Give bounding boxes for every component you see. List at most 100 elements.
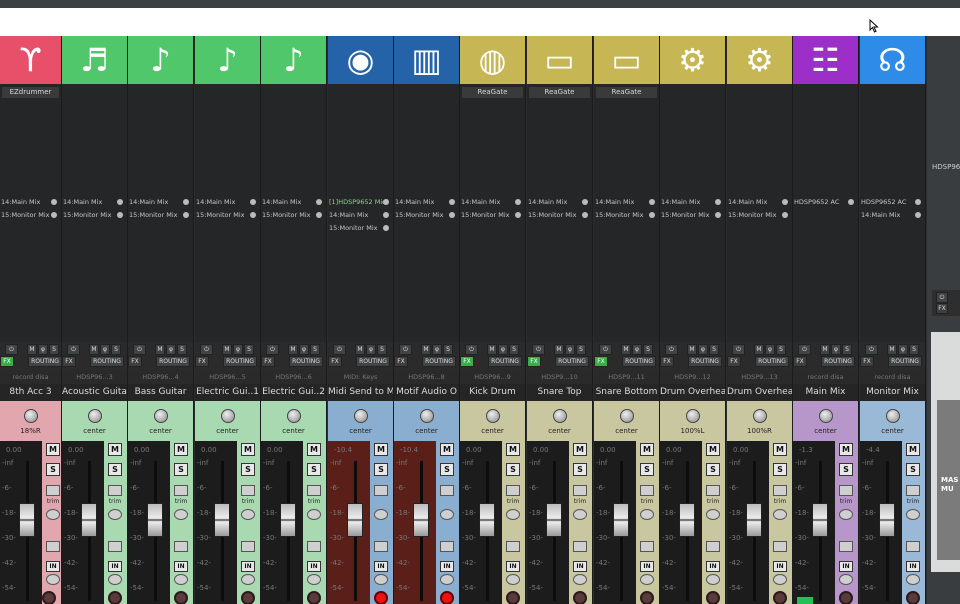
track-strip-5[interactable]: ♪ 14:Main Mix 15:Monitor Mix ⏻ M φ S FX RO… [195, 36, 261, 604]
mixer-icon[interactable]: ☷ [793, 36, 858, 84]
acoustic-guitar-icon[interactable]: ♬ [62, 36, 127, 84]
record-arm-button[interactable] [573, 591, 587, 604]
automation-mode-icon[interactable] [706, 485, 720, 496]
mute-small-button[interactable]: M [754, 344, 764, 355]
track-strip-6[interactable]: ♪ 14:Main Mix 15:Monitor Mix ⏻ M φ S FX RO… [261, 36, 327, 604]
track-strip-12[interactable]: ⚙ 14:Main Mix 15:Monitor Mix ⏻ M φ S FX RO… [660, 36, 726, 604]
mute-small-button[interactable]: M [887, 344, 897, 355]
input-monitor-icon[interactable] [440, 574, 454, 585]
solo-small-button[interactable]: S [244, 344, 254, 355]
send-item[interactable]: 15:Monitor Mix [727, 210, 792, 221]
fx-chain-icon[interactable] [506, 509, 520, 520]
record-input-select[interactable]: HDSP96...3 [62, 370, 127, 384]
routing-button[interactable]: ROUTING [356, 356, 390, 367]
send-item[interactable]: 14:Main Mix [0, 197, 61, 208]
send-knob-icon[interactable] [715, 212, 721, 218]
fx-button[interactable]: FX [394, 356, 408, 367]
automation-mode-icon[interactable] [241, 485, 255, 496]
volume-fader-handle[interactable] [347, 503, 363, 537]
phase-small-button[interactable]: φ [898, 344, 908, 355]
mute-small-button[interactable]: M [687, 344, 697, 355]
track-name[interactable]: Acoustic Guita [62, 384, 127, 401]
send-item[interactable]: 14:Main Mix [594, 197, 659, 208]
power-icon[interactable]: ⏻ [200, 344, 213, 355]
record-input-select[interactable]: HDSP9...10 [527, 370, 592, 384]
automation-mode-icon[interactable] [46, 485, 60, 496]
track-strip-2[interactable]: ϒ EZdrummer 14:Main Mix 15:Monitor Mix ⏻ M … [0, 36, 62, 604]
send-knob-icon[interactable] [51, 199, 57, 205]
send-item[interactable]: 14:Main Mix [660, 197, 725, 208]
record-arm-button[interactable] [706, 591, 720, 604]
pan-knob-icon[interactable] [220, 409, 235, 423]
fx-chain-icon[interactable] [374, 509, 388, 520]
mute-button[interactable]: M [307, 443, 321, 456]
pan-knob-icon[interactable] [286, 409, 301, 423]
send-envelope-icon[interactable] [108, 541, 122, 552]
send-knob-icon[interactable] [649, 199, 655, 205]
kick-drum-icon[interactable]: ◍ [460, 36, 525, 84]
record-input-select[interactable]: HDSP96...8 [394, 370, 459, 384]
track-name[interactable]: Main Mix [793, 384, 858, 401]
power-icon[interactable]: ⏻ [798, 344, 811, 355]
fx-chain-icon[interactable] [640, 509, 654, 520]
routing-button[interactable]: ROUTING [223, 356, 257, 367]
send-knob-icon[interactable] [848, 199, 854, 205]
send-item[interactable]: 15:Monitor Mix [0, 210, 61, 221]
phase-input-button[interactable]: IN [773, 561, 787, 572]
track-name[interactable]: Drum Overhea [660, 384, 725, 401]
mute-small-button[interactable]: M [355, 344, 365, 355]
send-envelope-icon[interactable] [839, 541, 853, 552]
snare-drum-icon[interactable]: ▭ [527, 36, 592, 84]
volume-fader-handle[interactable] [413, 503, 429, 537]
fx-chain-icon[interactable] [440, 509, 454, 520]
keyboard-icon[interactable]: ▥ [394, 36, 459, 84]
mute-button[interactable]: M [773, 443, 787, 456]
phase-small-button[interactable]: φ [299, 344, 309, 355]
pan-knob-icon[interactable] [752, 409, 767, 423]
phase-small-button[interactable]: φ [831, 344, 841, 355]
mute-small-button[interactable]: M [487, 344, 497, 355]
snare-drum-icon[interactable]: ▭ [594, 36, 659, 84]
solo-button[interactable]: S [174, 463, 188, 476]
track-name[interactable]: Midi Send to M [328, 384, 393, 401]
track-name[interactable]: Electric Gui..1 [195, 384, 260, 401]
record-arm-button[interactable] [773, 591, 787, 604]
pan-knob-icon[interactable] [419, 409, 434, 423]
phase-input-button[interactable]: IN [241, 561, 255, 572]
pan-knob-icon[interactable] [485, 409, 500, 423]
pan-knob-icon[interactable] [153, 409, 168, 423]
phase-input-button[interactable]: IN [46, 561, 60, 572]
send-envelope-icon[interactable] [706, 541, 720, 552]
track-strip-7[interactable]: ◉ [1]HDSP9652 Midi 14:Main Mix 15:Monitor M… [328, 36, 394, 604]
solo-small-button[interactable]: S [576, 344, 586, 355]
send-knob-icon[interactable] [383, 212, 389, 218]
power-icon[interactable]: ⏻ [599, 344, 612, 355]
phase-small-button[interactable]: φ [432, 344, 442, 355]
input-monitor-icon[interactable] [640, 574, 654, 585]
record-arm-button[interactable] [307, 591, 321, 604]
send-envelope-icon[interactable] [640, 541, 654, 552]
solo-small-button[interactable]: S [310, 344, 320, 355]
track-strip-8[interactable]: ▥ 14:Main Mix 15:Monitor Mix ⏻ M φ S FX RO… [394, 36, 460, 604]
mute-small-button[interactable]: M [820, 344, 830, 355]
power-icon[interactable]: ⏻ [865, 344, 878, 355]
solo-small-button[interactable]: S [49, 344, 59, 355]
send-item[interactable]: 15:Monitor Mix [328, 223, 393, 234]
pan-knob-icon[interactable] [818, 409, 833, 423]
record-arm-button[interactable] [42, 591, 56, 604]
send-item[interactable]: 15:Monitor Mix [527, 210, 592, 221]
mute-button[interactable]: M [706, 443, 720, 456]
fx-button[interactable]: FX [261, 356, 275, 367]
fx-chain-icon[interactable] [108, 509, 122, 520]
fx-button[interactable]: FX [62, 356, 76, 367]
mute-button[interactable]: M [241, 443, 255, 456]
mute-button[interactable]: M [46, 443, 60, 456]
mute-small-button[interactable]: M [155, 344, 165, 355]
mute-small-button[interactable]: M [222, 344, 232, 355]
routing-button[interactable]: ROUTING [28, 356, 62, 367]
fx-slot[interactable]: ReaGate [596, 87, 657, 98]
send-item[interactable]: 15:Monitor Mix [195, 210, 260, 221]
phase-input-button[interactable]: IN [839, 561, 853, 572]
fx-area[interactable]: HDSP9652 AC [793, 84, 858, 342]
fx-area[interactable]: 14:Main Mix 15:Monitor Mix [62, 84, 127, 342]
